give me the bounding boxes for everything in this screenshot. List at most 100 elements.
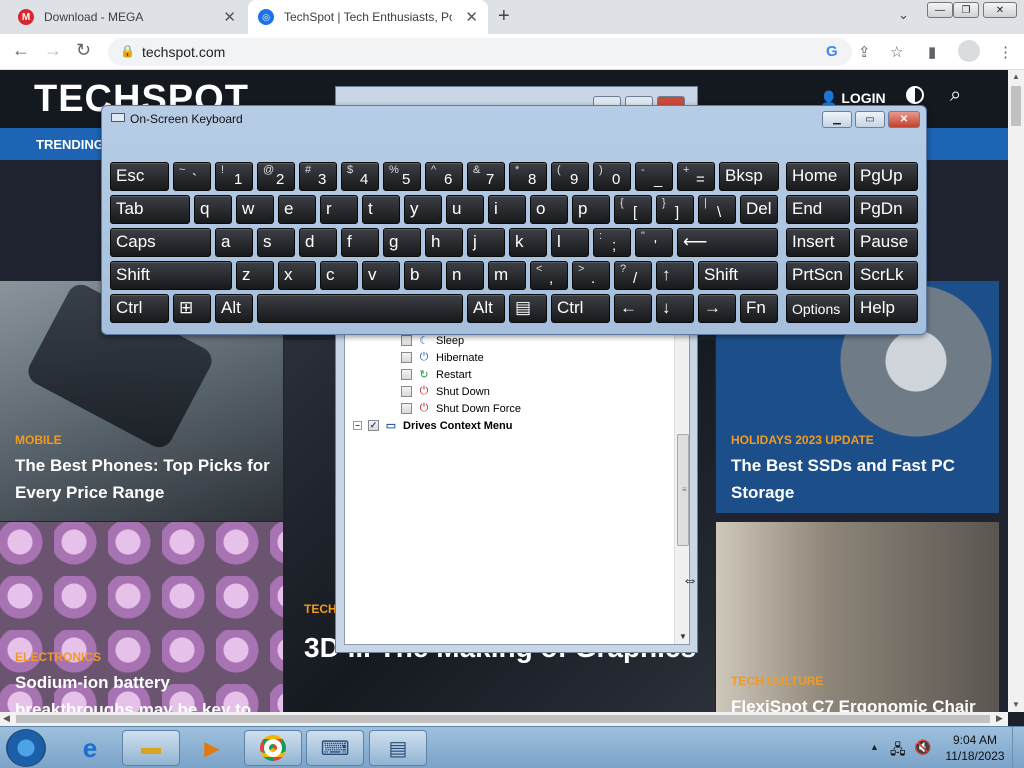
key-down-arrow[interactable]: ↓: [656, 294, 694, 323]
key-t[interactable]: t: [362, 195, 400, 224]
back-icon[interactable]: ←: [12, 40, 30, 61]
key-0[interactable]: ) 0: [593, 162, 631, 191]
url-text[interactable]: techspot.com: [142, 44, 225, 60]
key-l[interactable]: l: [551, 228, 589, 257]
trending-link[interactable]: TRENDING: [36, 137, 104, 152]
key-symbol[interactable]: <,: [530, 261, 568, 290]
tree-item[interactable]: ⏻ Hibernate: [401, 349, 484, 366]
key-e[interactable]: e: [278, 195, 316, 224]
volume-muted-icon[interactable]: 🔇: [914, 739, 931, 756]
key-shift[interactable]: Shift: [698, 261, 778, 290]
key-2[interactable]: @2: [257, 162, 295, 191]
explorer-icon[interactable]: ▬: [122, 730, 180, 766]
key-1[interactable]: ! 1: [215, 162, 253, 191]
key-a[interactable]: a: [215, 228, 253, 257]
key-esc[interactable]: Esc: [110, 162, 169, 191]
page-vertical-scrollbar[interactable]: ▲ ▼: [1008, 70, 1024, 712]
key-6[interactable]: ^ 6: [425, 162, 463, 191]
article-card-chair[interactable]: TECH CULTURE FlexiSpot C7 Ergonomic Chai…: [716, 522, 999, 712]
utility-icon[interactable]: ▤: [369, 730, 427, 766]
collapse-icon[interactable]: −: [353, 421, 362, 430]
key-g[interactable]: g: [383, 228, 421, 257]
tree-checkbox[interactable]: [401, 403, 412, 414]
key-end[interactable]: End: [786, 195, 850, 224]
scroll-down-icon[interactable]: ▼: [679, 632, 687, 641]
key-pause[interactable]: Pause: [854, 228, 918, 257]
tree-item[interactable]: ↻ Restart: [401, 366, 471, 383]
tree-checkbox[interactable]: [401, 335, 412, 346]
page-horizontal-scrollbar[interactable]: ◀ ▶: [0, 712, 1008, 726]
clock-time[interactable]: 9:04 AM: [950, 733, 1000, 747]
key-j[interactable]: j: [467, 228, 505, 257]
key-right-arrow[interactable]: →: [698, 294, 736, 323]
chrome-icon[interactable]: [244, 730, 302, 766]
scroll-down-icon[interactable]: ▼: [1012, 700, 1020, 709]
scroll-thumb[interactable]: [1011, 86, 1021, 126]
article-category[interactable]: MOBILE: [15, 433, 62, 447]
media-player-icon[interactable]: ▶: [183, 730, 241, 766]
key-m[interactable]: m: [488, 261, 526, 290]
restore-window-button[interactable]: ❐: [953, 2, 979, 18]
key-d[interactable]: d: [299, 228, 337, 257]
address-bar[interactable]: 🔒 techspot.com: [108, 38, 852, 66]
key-prtscn[interactable]: PrtScn: [786, 261, 850, 290]
key-symbol[interactable]: ~ `: [173, 162, 211, 191]
key-b[interactable]: b: [404, 261, 442, 290]
clock-date[interactable]: 11/18/2023: [944, 749, 1006, 763]
tree-checkbox[interactable]: [401, 369, 412, 380]
key-insert[interactable]: Insert: [786, 228, 850, 257]
tree-item[interactable]: ⏻ Shut Down Force: [401, 400, 521, 417]
key-symbol[interactable]: - _: [635, 162, 673, 191]
key-pgup[interactable]: PgUp: [854, 162, 918, 191]
tab-techspot[interactable]: ◎ TechSpot | Tech Enthusiasts, Power ✕: [248, 0, 488, 34]
key-up-arrow[interactable]: ↑: [656, 261, 694, 290]
key-7[interactable]: & 7: [467, 162, 505, 191]
osk-icon[interactable]: ⌨: [306, 730, 364, 766]
key-menu[interactable]: ▤: [509, 294, 547, 323]
key-symbol[interactable]: {[: [614, 195, 652, 224]
osk-maximize-button[interactable]: ▭: [855, 111, 885, 128]
key-q[interactable]: q: [194, 195, 232, 224]
key-symbol[interactable]: | \: [698, 195, 736, 224]
key-8[interactable]: * 8: [509, 162, 547, 191]
key-u[interactable]: u: [446, 195, 484, 224]
key-fn[interactable]: Fn: [740, 294, 778, 323]
google-icon[interactable]: G: [826, 43, 838, 60]
scroll-up-icon[interactable]: ▲: [1012, 72, 1020, 81]
key-i[interactable]: i: [488, 195, 526, 224]
start-button[interactable]: [6, 729, 46, 767]
key-left-arrow[interactable]: ←: [614, 294, 652, 323]
key-help[interactable]: Help: [854, 294, 918, 323]
tree-item[interactable]: ⏻ Shut Down: [401, 383, 490, 400]
ie-icon[interactable]: e: [61, 730, 119, 766]
profile-avatar[interactable]: [958, 40, 980, 62]
new-tab-icon[interactable]: +: [498, 5, 510, 28]
article-category[interactable]: HOLIDAYS 2023 UPDATE: [731, 433, 874, 447]
key-k[interactable]: k: [509, 228, 547, 257]
close-window-button[interactable]: ✕: [983, 2, 1017, 18]
key-ctrl[interactable]: Ctrl: [110, 294, 169, 323]
side-panel-icon[interactable]: ▮: [928, 43, 936, 61]
osk-minimize-button[interactable]: ▁: [822, 111, 852, 128]
reload-icon[interactable]: ↻: [76, 40, 91, 61]
key-w[interactable]: w: [236, 195, 274, 224]
key-5[interactable]: % 5: [383, 162, 421, 191]
key-symbol[interactable]: ? /: [614, 261, 652, 290]
article-headline[interactable]: FlexiSpot C7 Ergonomic Chair: [731, 693, 987, 712]
theme-toggle-icon[interactable]: [906, 86, 924, 104]
key-symbol[interactable]: }]: [656, 195, 694, 224]
key-p[interactable]: p: [572, 195, 610, 224]
search-icon[interactable]: ⌕: [950, 84, 961, 107]
close-tab-icon[interactable]: ✕: [223, 8, 236, 26]
tree-checkbox[interactable]: ✓: [368, 420, 379, 431]
key-alt[interactable]: Alt: [215, 294, 253, 323]
key-scrlk[interactable]: ScrLk: [854, 261, 918, 290]
article-category[interactable]: ELECTRONICS: [15, 650, 101, 664]
forward-icon[interactable]: →: [44, 40, 62, 61]
close-tab-icon[interactable]: ✕: [465, 8, 478, 26]
key-o[interactable]: o: [530, 195, 568, 224]
tab-search-icon[interactable]: ⌄: [898, 7, 909, 23]
scroll-left-icon[interactable]: ◀: [3, 713, 10, 724]
key-z[interactable]: z: [236, 261, 274, 290]
tab-mega[interactable]: M Download - MEGA ✕: [8, 0, 246, 34]
